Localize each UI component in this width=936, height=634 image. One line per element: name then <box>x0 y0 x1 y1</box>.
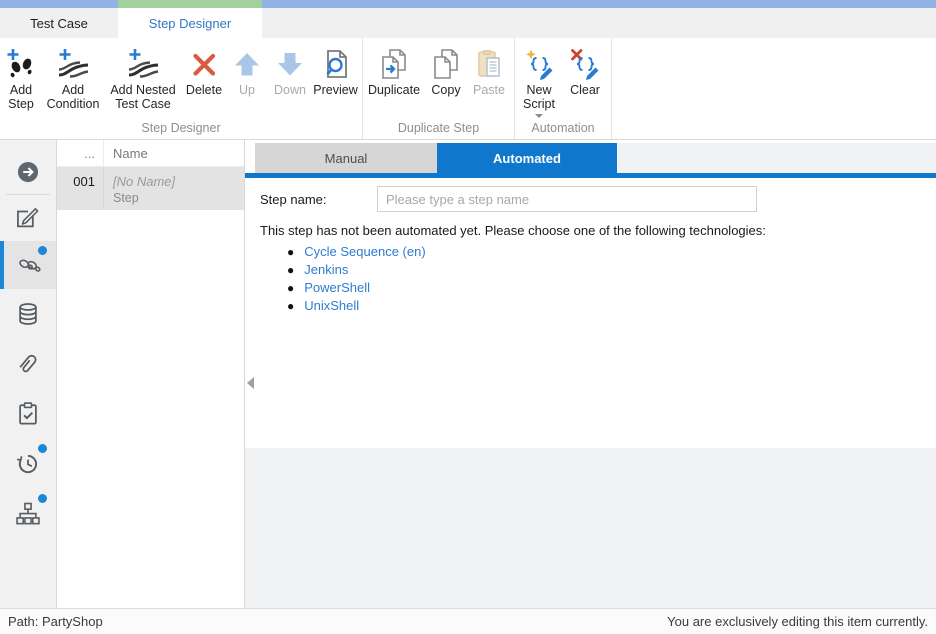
add-condition-icon <box>57 45 89 83</box>
step-mode-tabs: Manual Automated <box>245 140 936 173</box>
move-up-icon <box>231 45 263 83</box>
technology-list-item: ● Cycle Sequence (en) <box>287 245 426 259</box>
add-step-button[interactable]: Add Step <box>0 43 42 111</box>
step-list-row-selected[interactable]: 001 [No Name] Step <box>57 167 244 210</box>
new-script-dropdown-arrow[interactable] <box>535 114 543 118</box>
move-up-button[interactable]: Up <box>226 43 268 97</box>
application-window: Test Case Step Designer Add Step <box>0 0 936 634</box>
add-step-icon <box>5 45 37 83</box>
ribbon-group-automation: New Script Clear Automation <box>515 38 612 139</box>
bullet-icon: ● <box>287 300 294 313</box>
history-badge <box>38 444 47 453</box>
bullet-icon: ● <box>287 246 294 259</box>
delete-button[interactable]: Delete <box>182 43 226 97</box>
status-path: Path: PartyShop <box>8 614 103 629</box>
test-data-icon <box>14 300 42 328</box>
step-type-label: Step <box>113 190 244 206</box>
sidebar-item-hierarchy[interactable] <box>0 489 56 539</box>
step-list-panel: ... Name 001 [No Name] Step <box>57 140 245 608</box>
step-number: 001 <box>57 167 103 210</box>
technology-link-powershell[interactable]: PowerShell <box>304 281 370 294</box>
new-script-button[interactable]: New Script <box>515 43 563 118</box>
copy-icon <box>430 45 462 83</box>
step-list-header: ... Name <box>57 140 244 167</box>
sidebar-item-attachments[interactable] <box>0 339 56 389</box>
preview-button[interactable]: Preview <box>312 43 359 97</box>
tab-test-case[interactable]: Test Case <box>0 8 118 38</box>
bullet-icon: ● <box>287 264 294 277</box>
sidebar-item-steps[interactable] <box>0 241 56 289</box>
ribbon-group-label-step-designer: Step Designer <box>0 121 362 135</box>
technology-link-jenkins[interactable]: Jenkins <box>304 263 348 276</box>
copy-button[interactable]: Copy <box>425 43 467 97</box>
ribbon-group-label-automation: Automation <box>515 121 611 135</box>
technology-list-item: ● UnixShell <box>287 299 426 313</box>
preview-icon <box>320 45 352 83</box>
add-nested-test-case-icon <box>127 45 159 83</box>
steps-badge <box>38 246 47 255</box>
sidebar-item-test-data[interactable] <box>0 289 56 339</box>
sidebar-item-navigate[interactable] <box>0 150 56 194</box>
move-down-icon <box>274 45 306 83</box>
step-list-name-column-header[interactable]: Name <box>103 140 244 166</box>
left-navigation-sidebar <box>0 140 57 608</box>
ribbon-empty-space <box>612 38 936 139</box>
tab-manual[interactable]: Manual <box>255 143 437 173</box>
step-name-input[interactable] <box>377 186 757 212</box>
tab-automated[interactable]: Automated <box>437 143 617 173</box>
delete-icon <box>188 45 220 83</box>
ribbon-group-step-designer: Add Step Add Condition <box>0 38 363 139</box>
collapse-panel-handle[interactable] <box>247 377 254 389</box>
tab-step-designer[interactable]: Step Designer <box>118 8 262 38</box>
move-down-button[interactable]: Down <box>268 43 312 97</box>
panel-background <box>245 448 936 608</box>
top-accent-strip <box>0 0 936 8</box>
attachments-icon <box>14 350 42 378</box>
step-list-menu-column-header[interactable]: ... <box>57 146 103 161</box>
ribbon-group-duplicate-step: Duplicate Copy <box>363 38 515 139</box>
duplicate-icon <box>378 45 410 83</box>
history-icon <box>14 450 42 478</box>
technology-link-unixshell[interactable]: UnixShell <box>304 299 359 312</box>
tasks-icon <box>14 400 42 428</box>
hierarchy-badge <box>38 494 47 503</box>
clear-script-button[interactable]: Clear <box>563 43 607 97</box>
sidebar-item-tasks[interactable] <box>0 389 56 439</box>
add-condition-button[interactable]: Add Condition <box>42 43 104 111</box>
step-name-label: Step name: <box>260 192 327 207</box>
step-detail-panel: Manual Automated Step name: This step ha… <box>245 140 936 608</box>
clear-script-icon <box>569 45 601 83</box>
duplicate-button[interactable]: Duplicate <box>363 43 425 97</box>
bullet-icon: ● <box>287 282 294 295</box>
status-bar: Path: PartyShop You are exclusively edit… <box>0 608 936 634</box>
paste-icon <box>473 45 505 83</box>
technology-link-cycle-sequence[interactable]: Cycle Sequence (en) <box>304 245 425 258</box>
ribbon-toolbar: Add Step Add Condition <box>0 38 936 140</box>
sidebar-item-edit-details[interactable] <box>0 195 56 241</box>
hierarchy-icon <box>14 500 42 528</box>
step-name-placeholder-text: [No Name] <box>113 173 244 190</box>
add-nested-test-case-button[interactable]: Add Nested Test Case <box>104 43 182 111</box>
tab-strip-filler <box>617 143 936 173</box>
new-script-icon <box>523 45 555 83</box>
technology-list-item: ● PowerShell <box>287 281 426 295</box>
window-tab-bar: Test Case Step Designer <box>0 8 936 38</box>
automation-message: This step has not been automated yet. Pl… <box>260 223 766 238</box>
edit-details-icon <box>14 204 42 232</box>
technology-list-item: ● Jenkins <box>287 263 426 277</box>
sidebar-item-history[interactable] <box>0 439 56 489</box>
active-tab-accent <box>118 0 262 8</box>
status-editing-notice: You are exclusively editing this item cu… <box>667 614 928 629</box>
paste-button[interactable]: Paste <box>467 43 511 97</box>
navigate-arrow-icon <box>14 158 42 186</box>
ribbon-group-label-duplicate-step: Duplicate Step <box>363 121 514 135</box>
technology-list: ● Cycle Sequence (en) ● Jenkins ● PowerS… <box>287 245 426 317</box>
steps-icon <box>16 251 44 279</box>
